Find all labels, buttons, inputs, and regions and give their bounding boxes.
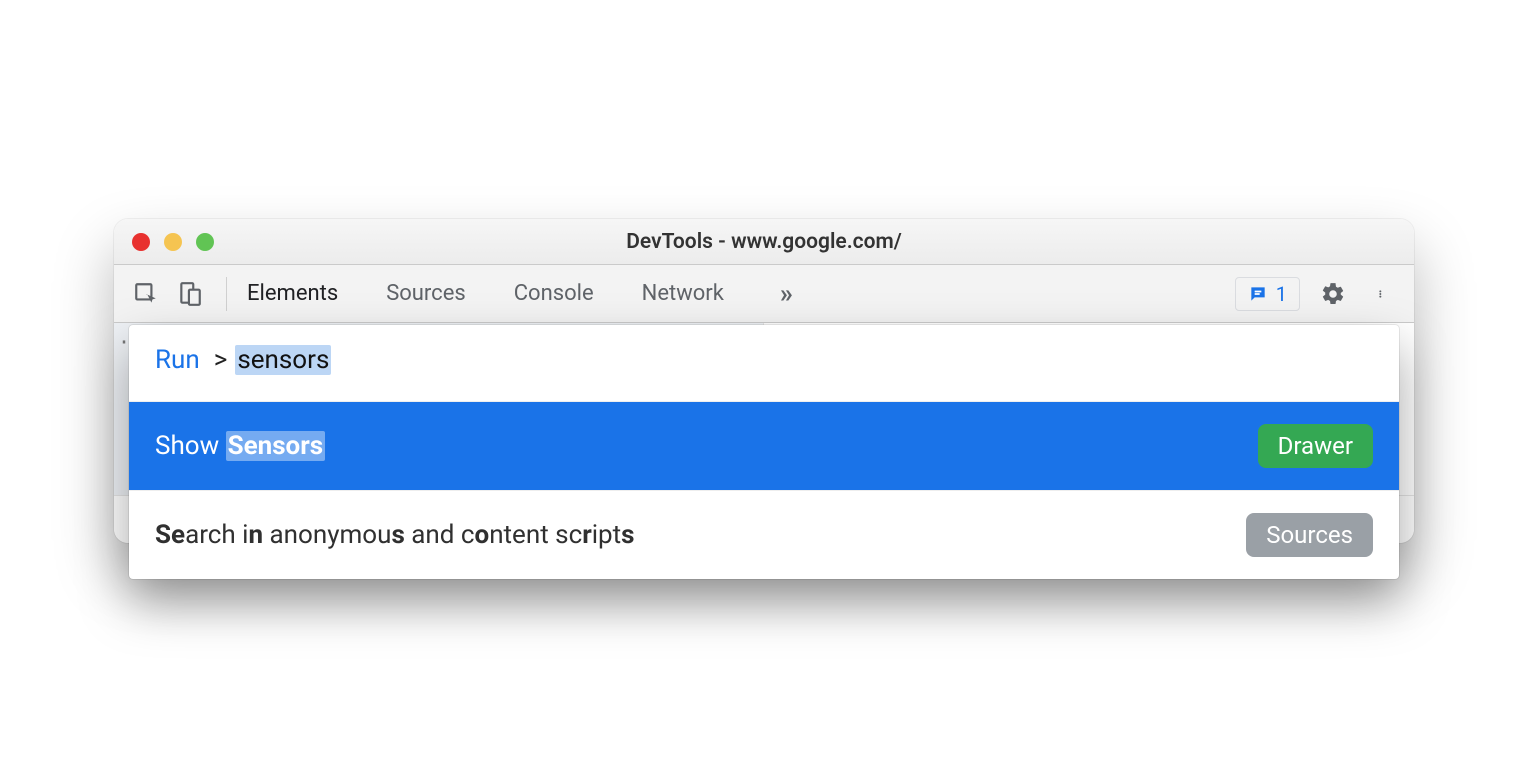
- more-options-icon[interactable]: [1366, 277, 1400, 311]
- traffic-lights: [132, 233, 214, 251]
- minimize-icon[interactable]: [164, 233, 182, 251]
- devtools-toolbar: Elements Sources Console Network » 1: [114, 265, 1414, 323]
- more-tabs-icon[interactable]: »: [770, 279, 803, 309]
- command-prefix: Run: [155, 345, 200, 375]
- command-badge-sources: Sources: [1246, 513, 1373, 557]
- titlebar: DevTools - www.google.com/: [114, 219, 1414, 265]
- tab-network[interactable]: Network: [640, 281, 726, 306]
- devtools-window: DevTools - www.google.com/ Elements Sour…: [114, 219, 1414, 543]
- command-item-label: Show Sensors: [155, 431, 325, 461]
- command-item-show-sensors[interactable]: Show Sensors Drawer: [129, 401, 1399, 490]
- feedback-button[interactable]: 1: [1235, 277, 1300, 311]
- close-icon[interactable]: [132, 233, 150, 251]
- tab-sources[interactable]: Sources: [384, 281, 468, 306]
- zoom-icon[interactable]: [196, 233, 214, 251]
- inspect-icon[interactable]: [128, 276, 164, 312]
- window-title: DevTools - www.google.com/: [626, 230, 902, 254]
- command-item-label: Search in anonymous and content scripts: [155, 520, 635, 550]
- command-badge-drawer: Drawer: [1258, 424, 1373, 468]
- feedback-icon: [1248, 284, 1268, 304]
- tab-console[interactable]: Console: [512, 281, 596, 306]
- device-toggle-icon[interactable]: [172, 276, 208, 312]
- command-item-search-scripts[interactable]: Search in anonymous and content scripts …: [129, 490, 1399, 579]
- command-search[interactable]: Run >sensors: [129, 325, 1399, 401]
- command-symbol: >: [214, 345, 228, 375]
- command-query: sensors: [235, 345, 331, 375]
- toolbar-separator: [226, 277, 227, 311]
- command-menu: Run >sensors Show Sensors Drawer Search …: [129, 325, 1399, 579]
- panel-tabs: Elements Sources Console Network »: [245, 279, 1227, 309]
- feedback-count: 1: [1276, 282, 1287, 306]
- settings-icon[interactable]: [1316, 277, 1350, 311]
- tab-elements[interactable]: Elements: [245, 281, 340, 306]
